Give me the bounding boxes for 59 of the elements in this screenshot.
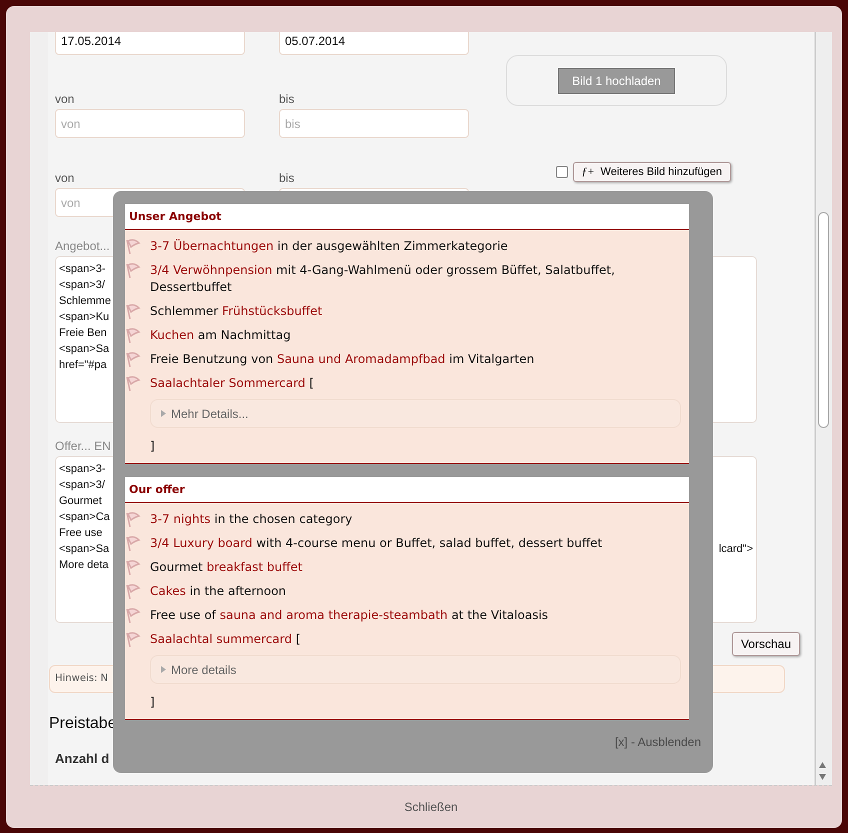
closing-bracket: ] (150, 695, 156, 709)
scroll-down-icon[interactable] (819, 774, 826, 780)
field-label: bis (279, 171, 294, 185)
offer-item: 3/4 Verwöhnpension mit 4-Gang-Wahlmenü oder grossem Büffet, Salatbuffet, Dessertbuffet (150, 262, 616, 296)
scrollbar[interactable] (815, 32, 832, 785)
code-line: Schlemme (59, 294, 111, 309)
scroll-up-icon[interactable] (819, 762, 826, 768)
section-title: Unser Angebot (125, 204, 689, 230)
details-toggle[interactable]: More details (150, 655, 681, 684)
triangle-icon (161, 410, 166, 417)
code-line: <span>3- (59, 262, 106, 277)
code-line: <span>Sa (59, 542, 110, 557)
offer-item: Kuchen am Nachmittag (150, 327, 291, 344)
code-line: <span>Ku (59, 310, 110, 325)
date-field[interactable]: 17.05.2014 (55, 32, 245, 55)
section-heading: Preistabe (49, 715, 117, 732)
field-label: von (55, 171, 74, 185)
field-label: von (55, 92, 74, 106)
code-line: <span>Ca (59, 510, 110, 525)
offer-item: 3/4 Luxury board with 4-course menu or Buffet, salad buffet, dessert buffet (150, 535, 602, 552)
code-line: <span>3- (59, 462, 106, 477)
offer-item: 3-7 Übernachtungen in der ausgewählten Zimmerkategorie (150, 238, 508, 255)
details-toggle[interactable]: Mehr Details... (150, 399, 681, 428)
details-label[interactable]: Mehr Details... (171, 406, 248, 420)
code-line: href="#pa (59, 358, 108, 373)
offer-item: Cakes in the afternoon (150, 583, 286, 600)
field-label: bis (279, 92, 294, 106)
offer-item: Saalachtal summercard [ (150, 631, 301, 648)
offer-item: Gourmet breakfast buffet (150, 559, 302, 576)
from-field[interactable]: von (55, 109, 245, 138)
offer-item: Schlemmer Frühstücksbuffet (150, 303, 322, 320)
offer-item: Free use of sauna and aroma therapie-steambath at the Vitaloasis (150, 607, 548, 624)
code-line: Free use (59, 526, 104, 541)
code-line: Gourmet (59, 494, 103, 509)
closing-bracket: ] (150, 439, 156, 453)
details-label[interactable]: More details (171, 662, 236, 676)
date-field[interactable]: 05.07.2014 (279, 32, 469, 55)
add-image-button[interactable]: ƒ+ Weiteres Bild hinzufügen (572, 162, 731, 182)
code-line: Freie Ben (59, 326, 108, 341)
code-line: <span>3/ (59, 278, 106, 293)
scroll-thumb[interactable] (818, 212, 829, 428)
upload-button[interactable]: Bild 1 hochladen (558, 68, 675, 94)
offer-item: Saalachtaler Sommercard [ (150, 375, 314, 392)
hide-link[interactable]: [x] - Ausblenden (614, 735, 701, 749)
close-button[interactable]: Schließen (398, 799, 464, 815)
table-label: Anzahl d (55, 751, 110, 766)
preview-button[interactable]: Vorschau (732, 632, 800, 656)
code-line: <span>Sa (59, 342, 110, 357)
checkbox[interactable] (556, 166, 568, 178)
field-label: Offer... EN (55, 439, 111, 453)
code-line: lcard"> (718, 542, 753, 557)
offer-item: 3-7 nights in the chosen category (150, 511, 352, 528)
field-label: Angebot... (55, 239, 110, 253)
code-line: <span>3/ (59, 478, 106, 493)
code-line: More deta (59, 558, 110, 573)
triangle-icon (161, 666, 166, 673)
to-field[interactable]: bis (279, 109, 469, 138)
section-title: Our offer (125, 477, 689, 503)
offer-item: Freie Benutzung von Sauna und Aromadampfbad im Vitalgarten (150, 351, 534, 368)
